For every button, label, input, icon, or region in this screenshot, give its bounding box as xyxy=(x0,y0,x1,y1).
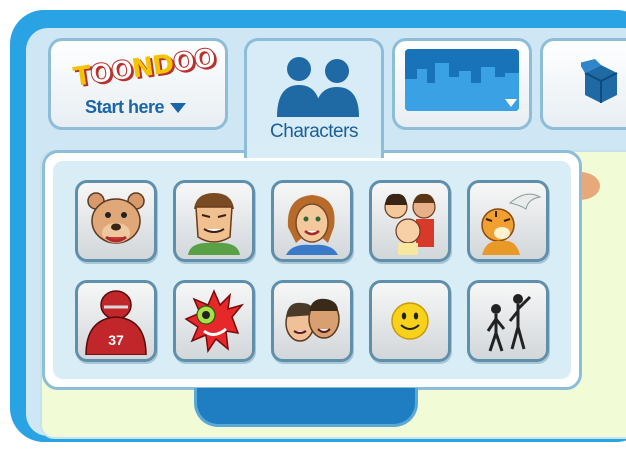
character-category-button[interactable] xyxy=(271,180,353,262)
start-here-tab[interactable]: TOONDOO Start here xyxy=(48,38,228,130)
characters-tab-label: Characters xyxy=(270,121,358,142)
character-category-button[interactable] xyxy=(369,280,451,362)
toondoo-editor: TOONDOO Start here Characters 37 xyxy=(0,0,626,452)
family-character-icon xyxy=(384,193,436,255)
tab-props[interactable] xyxy=(540,38,626,130)
bear-character-icon xyxy=(87,192,145,244)
football-player-character-icon: 37 xyxy=(85,290,147,355)
box-icon xyxy=(581,59,618,103)
tab-characters[interactable]: Characters xyxy=(244,38,384,158)
jersey-number: 37 xyxy=(108,332,124,348)
character-category-button[interactable] xyxy=(271,280,353,362)
people-icon xyxy=(277,57,359,117)
character-category-button[interactable] xyxy=(173,280,255,362)
character-category-button[interactable] xyxy=(369,180,451,262)
red-monster-character-icon xyxy=(184,289,245,354)
toondoo-logo: TOONDOO xyxy=(71,43,218,93)
tab-scenes[interactable] xyxy=(392,38,532,130)
character-category-button[interactable] xyxy=(173,180,255,262)
woman-character-icon xyxy=(286,195,338,255)
muscle-man-character-icon xyxy=(188,193,240,255)
character-category-grid: 37 xyxy=(75,180,555,366)
character-category-button[interactable] xyxy=(467,180,549,262)
start-here-label: Start here xyxy=(85,97,187,118)
dropdown-triangle-icon xyxy=(170,103,187,114)
city-skyline-icon xyxy=(405,49,519,111)
celebrity-faces-character-icon xyxy=(285,298,340,342)
character-category-button[interactable]: 37 xyxy=(75,280,157,362)
tab-panel-connector xyxy=(244,142,384,158)
character-category-button[interactable] xyxy=(75,180,157,262)
tiger-bird-character-icon xyxy=(481,193,542,255)
character-category-button[interactable] xyxy=(467,280,549,362)
smiley-face-icon xyxy=(391,302,429,340)
stick-figures-character-icon xyxy=(486,294,532,352)
panel-handle[interactable] xyxy=(194,388,418,427)
